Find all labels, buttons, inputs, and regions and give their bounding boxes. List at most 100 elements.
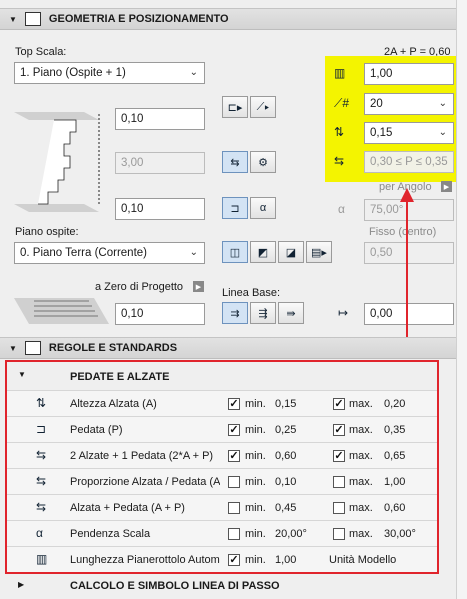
max-label: max. bbox=[349, 476, 373, 488]
rule-min-value: 0,25 bbox=[275, 424, 297, 436]
baseline-left-button[interactable]: ⇉ bbox=[222, 302, 248, 324]
rule-min-checkbox[interactable]: ✓ bbox=[228, 450, 240, 462]
rule-min-value: 0,60 bbox=[275, 450, 297, 462]
unit-label: Unità Modello bbox=[329, 554, 397, 566]
rule-min-value: 0,10 bbox=[275, 476, 297, 488]
rule-label: Alzata + Pedata (A + P) bbox=[70, 502, 185, 514]
geometry-section-header[interactable]: ▼ GEOMETRIA E POSIZIONAMENTO bbox=[0, 8, 456, 30]
rules-section-header[interactable]: ▼ REGOLE E STANDARDS bbox=[0, 337, 456, 359]
rule-max-checkbox[interactable]: ✓ bbox=[333, 424, 345, 436]
rule-min-value: 0,45 bbox=[275, 502, 297, 514]
baseline-center-button[interactable]: ⇶ bbox=[250, 302, 276, 324]
min-label: min. bbox=[245, 424, 266, 436]
stair-flight-button[interactable]: ⟋▸ bbox=[250, 96, 276, 118]
rule-max-value: 0,65 bbox=[384, 450, 406, 462]
angle-icon: α bbox=[338, 202, 345, 216]
chevron-down-icon: ⌄ bbox=[189, 247, 198, 258]
collapse-triangle-icon: ▼ bbox=[18, 370, 26, 379]
rule-min-checkbox[interactable]: ✓ bbox=[228, 398, 240, 410]
stair-elevation-illustration bbox=[14, 112, 100, 212]
landing-min-checkbox[interactable]: ✓ bbox=[228, 554, 240, 566]
tread-mode-button[interactable]: ⚙ bbox=[250, 151, 276, 173]
zero-field[interactable]: 0,10 bbox=[115, 303, 205, 325]
min-label: min. bbox=[245, 528, 266, 540]
stair-type-u-button[interactable]: ◪ bbox=[278, 241, 304, 263]
stair-start-button[interactable]: ⊏▸ bbox=[222, 96, 248, 118]
riser-mode-button[interactable]: ⇆ bbox=[222, 151, 248, 173]
per-angolo-arrow-icon[interactable]: ▶ bbox=[441, 181, 452, 192]
piano-ospite-select[interactable]: 0. Piano Terra (Corrente) ⌄ bbox=[14, 242, 205, 264]
rule-label: Pendenza Scala bbox=[70, 528, 151, 540]
angle-mode-button[interactable]: α bbox=[250, 197, 276, 219]
baseline-right-button[interactable]: ⇛ bbox=[278, 302, 304, 324]
rule-icon: ⇆ bbox=[36, 474, 47, 488]
num-risers-select[interactable]: 20 ⌄ bbox=[364, 93, 454, 115]
zero-popup-arrow-icon[interactable]: ▶ bbox=[193, 281, 204, 292]
landing-row: ▥ Lunghezza Pianerottolo Automatico ✓ mi… bbox=[7, 546, 437, 572]
top-offset-field[interactable]: 0,10 bbox=[115, 108, 205, 130]
pedate-subsection-header[interactable]: ▼ PEDATE E ALZATE bbox=[7, 364, 437, 390]
rule-max-checkbox[interactable]: ✓ bbox=[333, 450, 345, 462]
landing-icon: ▥ bbox=[36, 552, 48, 566]
bottom-offset-field[interactable]: 0,10 bbox=[115, 198, 205, 220]
landing-label: Lunghezza Pianerottolo Automatico bbox=[70, 554, 220, 566]
rule-row: α Pendenza Scala min. 20,00° max. 30,00° bbox=[7, 520, 437, 546]
rule-row: ⇅ Altezza Alzata (A) ✓ min. 0,15 ✓ max. … bbox=[7, 390, 437, 416]
rule-icon: α bbox=[36, 526, 43, 540]
calcolo-subsection-header[interactable]: ▶ CALCOLO E SIMBOLO LINEA DI PASSO bbox=[7, 576, 447, 596]
rule-icon: ⇆ bbox=[36, 500, 47, 514]
rule-icon: ⇅ bbox=[36, 396, 47, 410]
rule-min-value: 20,00° bbox=[275, 528, 307, 540]
min-label: min. bbox=[245, 398, 266, 410]
baseline-offset-icon: ↦ bbox=[338, 306, 349, 320]
rule-label: Altezza Alzata (A) bbox=[70, 398, 157, 410]
rule-min-checkbox[interactable] bbox=[228, 502, 240, 514]
stair-type-straight-button[interactable]: ◫ bbox=[222, 241, 248, 263]
riser-height-select[interactable]: 0,15 ⌄ bbox=[364, 122, 454, 144]
collapse-triangle-icon: ▼ bbox=[9, 343, 17, 353]
geometry-section-title: GEOMETRIA E POSIZIONAMENTO bbox=[48, 13, 229, 25]
top-select-value: 1. Piano (Ospite + 1) bbox=[20, 67, 126, 79]
zero-label: a Zero di Progetto bbox=[95, 281, 184, 293]
rule-row: ⇆ 2 Alzate + 1 Pedata (2*A + P) ✓ min. 0… bbox=[7, 442, 437, 468]
rule-max-value: 0,20 bbox=[384, 398, 406, 410]
rule-min-checkbox[interactable] bbox=[228, 476, 240, 488]
rule-label: Proporzione Alzata / Pedata (A/P) bbox=[70, 476, 220, 488]
rules-icon bbox=[24, 341, 41, 355]
rule-row: ⇆ Alzata + Pedata (A + P) min. 0,45 max.… bbox=[7, 494, 437, 520]
stair-type-dialog-button[interactable]: ▤▸ bbox=[306, 241, 332, 263]
top-label: Top Scala: bbox=[15, 46, 67, 58]
risers-icon: ▥ bbox=[334, 66, 346, 80]
rule-max-checkbox[interactable] bbox=[333, 476, 345, 488]
max-label: max. bbox=[349, 528, 373, 540]
calcolo-subsection-title: CALCOLO E SIMBOLO LINEA DI PASSO bbox=[70, 580, 280, 592]
rule-max-checkbox[interactable] bbox=[333, 502, 345, 514]
min-label: min. bbox=[245, 476, 266, 488]
geometry-icon bbox=[24, 12, 41, 26]
height-field[interactable]: 3,00 bbox=[115, 152, 205, 174]
num-risers-icon: ⟋# bbox=[334, 96, 350, 110]
rule-min-checkbox[interactable]: ✓ bbox=[228, 424, 240, 436]
rule-min-checkbox[interactable] bbox=[228, 528, 240, 540]
chevron-down-icon: ⌄ bbox=[438, 127, 447, 138]
annotation-arrow bbox=[400, 188, 414, 358]
rule-row: ⊐ Pedata (P) ✓ min. 0,25 ✓ max. 0,35 bbox=[7, 416, 437, 442]
tread-range-icon: ⇆ bbox=[334, 154, 345, 168]
pedate-subsection-title: PEDATE E ALZATE bbox=[70, 371, 170, 383]
rule-max-value: 1,00 bbox=[384, 476, 406, 488]
top-select[interactable]: 1. Piano (Ospite + 1) ⌄ bbox=[14, 62, 205, 84]
min-label: min. bbox=[245, 502, 266, 514]
rules-section-title: REGOLE E STANDARDS bbox=[48, 342, 178, 354]
rule-max-checkbox[interactable]: ✓ bbox=[333, 398, 345, 410]
riser-height-value: 0,15 bbox=[370, 127, 393, 139]
piano-ospite-label: Piano ospite: bbox=[15, 226, 79, 238]
scrollbar[interactable] bbox=[456, 0, 467, 599]
chevron-down-icon: ⌄ bbox=[189, 67, 198, 78]
rule-label: 2 Alzate + 1 Pedata (2*A + P) bbox=[70, 450, 214, 462]
rule-icon: ⊐ bbox=[36, 422, 47, 436]
risers-count-field[interactable]: 1,00 bbox=[364, 63, 454, 85]
rule-max-checkbox[interactable] bbox=[333, 528, 345, 540]
rule-max-value: 0,35 bbox=[384, 424, 406, 436]
tread-depth-button[interactable]: ⊐ bbox=[222, 197, 248, 219]
stair-type-l-button[interactable]: ◩ bbox=[250, 241, 276, 263]
